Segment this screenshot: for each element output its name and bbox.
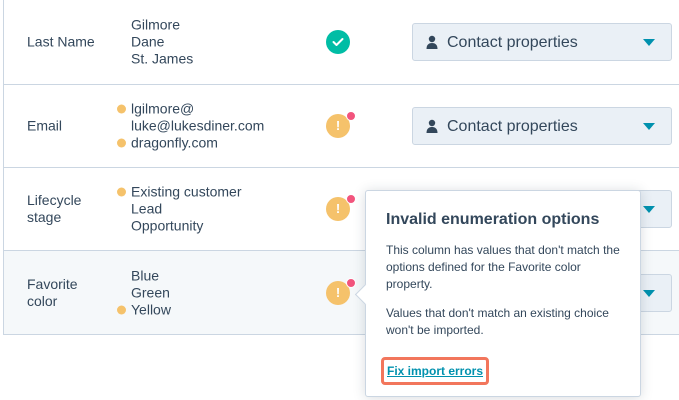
- contact-person-icon: [426, 119, 438, 138]
- exclamation-circle-icon[interactable]: !: [326, 111, 356, 138]
- exclamation-circle-icon[interactable]: !: [326, 277, 356, 305]
- column-header-label: Last Name: [27, 33, 95, 50]
- dropdown-selected-value: Contact properties: [447, 34, 578, 51]
- caret-down-icon: [643, 206, 655, 213]
- fix-import-errors-link[interactable]: Fix import errors: [387, 364, 483, 378]
- column-header-label: Email: [27, 117, 63, 134]
- caret-down-icon: [643, 39, 655, 46]
- fix-import-errors-highlight: Fix import errors: [381, 357, 490, 385]
- dropdown-selected-value: Contact properties: [447, 118, 578, 135]
- preview-value: Green: [131, 284, 170, 300]
- table-row: Email lgilmore@ luke@lukesdiner.com drag…: [4, 85, 679, 168]
- preview-values: Blue Green Yellow: [117, 267, 171, 318]
- preview-values: Existing customer Lead Opportunity: [117, 184, 241, 235]
- caret-down-icon: [643, 289, 655, 297]
- preview-value: Blue: [131, 267, 160, 283]
- preview-value: luke@lukesdiner.com: [131, 117, 265, 134]
- alert-dot: [346, 194, 356, 204]
- exclamation-circle-icon[interactable]: !: [326, 194, 356, 221]
- popover-title: Invalid enumeration options: [386, 211, 600, 228]
- property-type-dropdown[interactable]: Contact properties: [412, 107, 672, 145]
- property-type-dropdown[interactable]: Contact properties: [412, 23, 672, 61]
- error-popover: Invalid enumeration options This column …: [354, 190, 641, 397]
- preview-value: Gilmore: [131, 16, 181, 33]
- popover-description: This column has values that don't match …: [386, 243, 620, 291]
- caret-down-icon: [643, 123, 655, 130]
- check-circle-icon: [326, 30, 350, 54]
- preview-value: Yellow: [117, 301, 171, 318]
- alert-dot: [346, 111, 356, 121]
- column-header-label: Lifecycle stage: [27, 192, 82, 225]
- preview-value: lgilmore@: [117, 101, 264, 118]
- preview-value: dragonfly.com: [117, 135, 264, 152]
- popover-note: Values that don't match an existing choi…: [386, 306, 609, 337]
- preview-value: Opportunity: [131, 217, 204, 234]
- preview-values: Gilmore Dane St. James: [117, 17, 193, 68]
- preview-value: Lead: [131, 200, 163, 217]
- preview-value: Existing customer: [117, 184, 241, 201]
- preview-value: Dane: [131, 33, 165, 50]
- preview-values: lgilmore@ luke@lukesdiner.com dragonfly.…: [117, 101, 264, 152]
- alert-dot: [346, 277, 356, 288]
- column-header-label: Favorite color: [27, 275, 78, 309]
- table-row: Last Name Gilmore Dane St. James Contact…: [4, 0, 679, 85]
- preview-value: St. James: [131, 50, 194, 67]
- contact-person-icon: [426, 35, 438, 54]
